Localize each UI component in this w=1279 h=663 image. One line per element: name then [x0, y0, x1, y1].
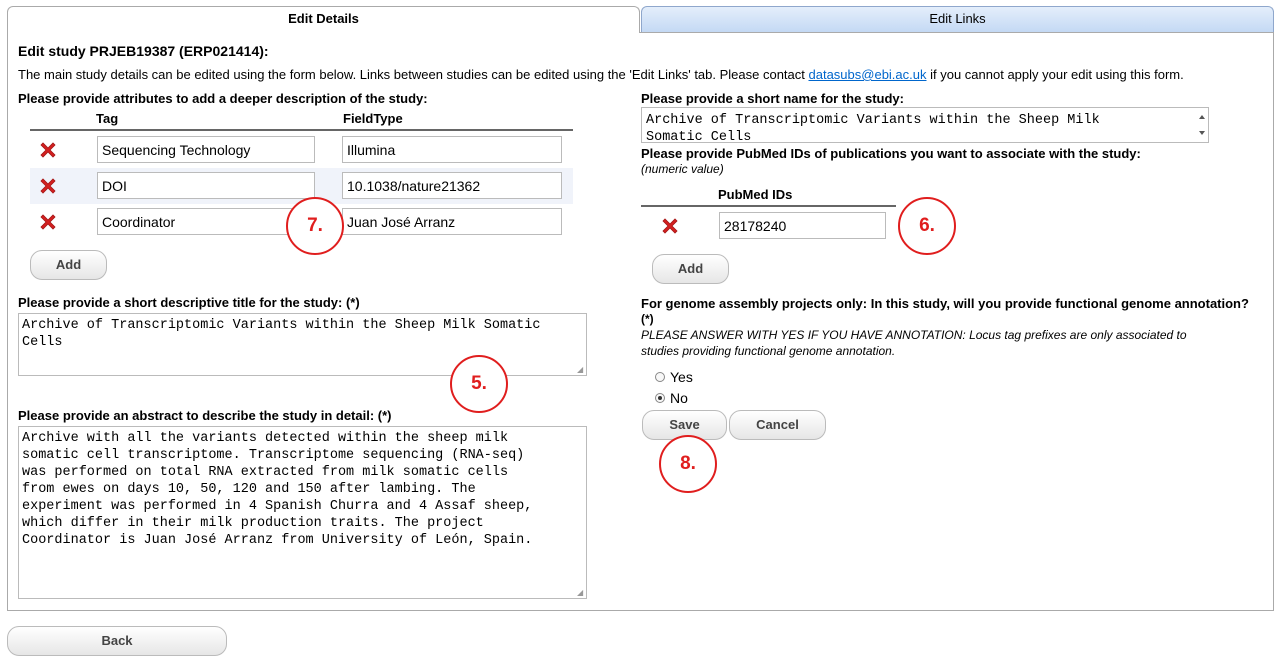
add-attribute-button[interactable]: Add [30, 250, 107, 280]
resize-grip-icon[interactable]: ◢ [577, 366, 585, 374]
intro-before: The main study details can be edited usi… [18, 67, 809, 82]
short-name-label: Please provide a short name for the stud… [641, 91, 904, 106]
red-x-icon[interactable] [38, 176, 58, 196]
attribute-tag-input[interactable] [97, 136, 315, 163]
annotation-note-line2: studies providing functional genome anno… [641, 344, 896, 358]
radio-no[interactable] [655, 393, 665, 403]
abstract-textarea[interactable]: Archive with all the variants detected w… [18, 426, 587, 599]
add-pubmed-button[interactable]: Add [652, 254, 729, 284]
col-header-fieldtype: FieldType [343, 111, 403, 126]
attribute-value-input[interactable] [342, 172, 562, 199]
attribute-value-input[interactable] [342, 136, 562, 163]
radio-yes[interactable] [655, 372, 665, 382]
annotation-note-line1: PLEASE ANSWER WITH YES IF YOU HAVE ANNOT… [641, 328, 1187, 342]
col-header-pubmed: PubMed IDs [718, 187, 793, 202]
pubmed-id-input[interactable] [719, 212, 886, 239]
callout-6: 6. [898, 197, 956, 255]
pubmed-label: Please provide PubMed IDs of publication… [641, 146, 1141, 161]
short-name-textarea[interactable]: Archive of Transcriptomic Variants withi… [641, 107, 1209, 143]
col-header-tag: Tag [96, 111, 119, 126]
attribute-value-input[interactable] [342, 208, 562, 235]
abstract-label: Please provide an abstract to describe t… [18, 408, 392, 423]
title-label: Please provide a short descriptive title… [18, 295, 360, 310]
attribute-tag-input[interactable] [97, 172, 315, 199]
red-x-icon[interactable] [38, 140, 58, 160]
attribute-tag-input[interactable] [97, 208, 315, 235]
radio-yes-label[interactable]: Yes [670, 369, 693, 385]
intro-text: The main study details can be edited usi… [18, 67, 1184, 82]
intro-after: if you cannot apply your edit using this… [926, 67, 1184, 82]
red-x-icon[interactable] [38, 212, 58, 232]
callout-7: 7. [286, 197, 344, 255]
page-title: Edit study PRJEB19387 (ERP021414): [18, 43, 269, 59]
pubmed-header-divider [641, 205, 896, 207]
callout-8: 8. [659, 435, 717, 493]
annotation-required: (*) [641, 312, 654, 326]
scroll-arrows-icon[interactable] [1196, 109, 1208, 141]
annotation-question: For genome assembly projects only: In th… [641, 296, 1249, 311]
back-button[interactable]: Back [7, 626, 227, 656]
tab-edit-details[interactable]: Edit Details [7, 6, 640, 33]
resize-grip-icon[interactable]: ◢ [577, 589, 585, 597]
attributes-label: Please provide attributes to add a deepe… [18, 91, 428, 106]
tab-edit-links[interactable]: Edit Links [641, 6, 1274, 32]
pubmed-hint: (numeric value) [641, 162, 724, 176]
radio-no-label[interactable]: No [670, 390, 688, 406]
attributes-header-divider [30, 129, 573, 131]
red-x-icon[interactable] [660, 216, 680, 236]
cancel-button[interactable]: Cancel [729, 410, 826, 440]
callout-5: 5. [450, 355, 508, 413]
contact-email-link[interactable]: datasubs@ebi.ac.uk [809, 67, 927, 82]
